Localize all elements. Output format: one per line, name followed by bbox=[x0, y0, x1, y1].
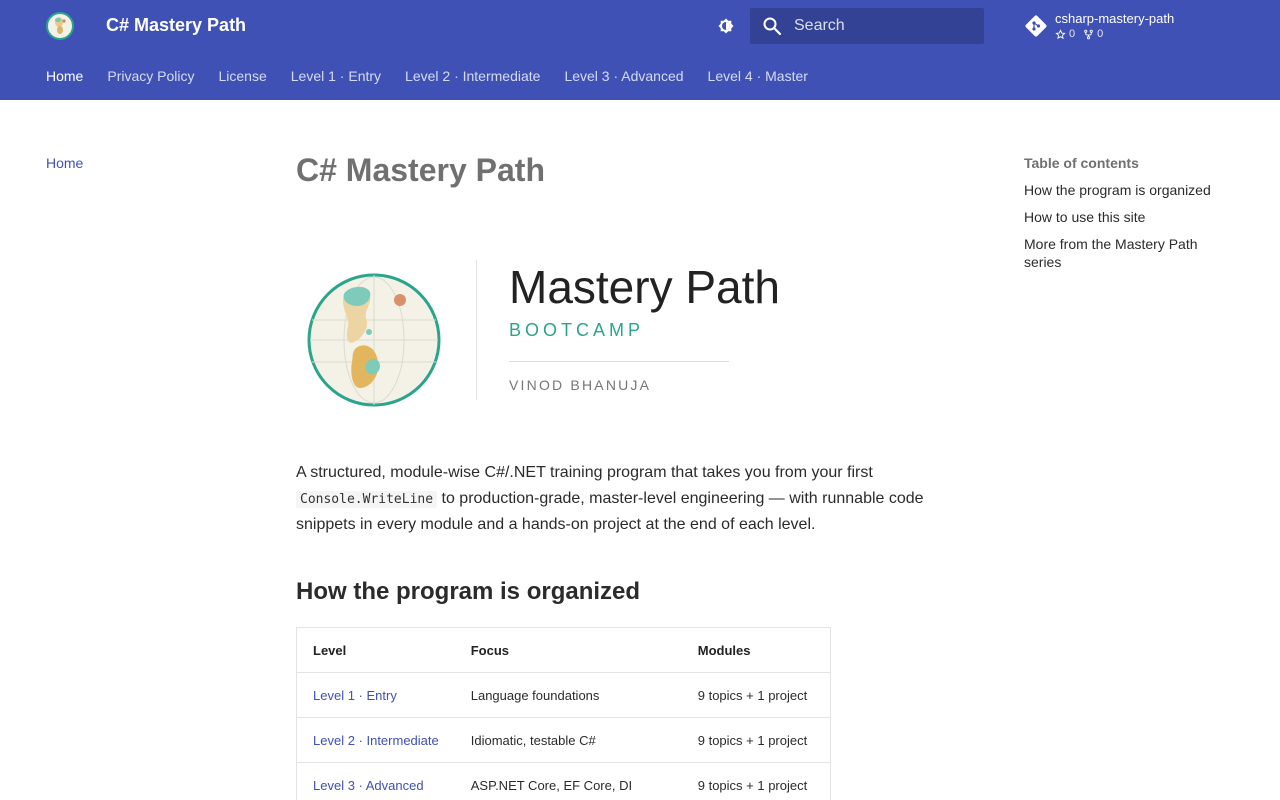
levels-table: Level Focus Modules Level 1 · Entry Lang… bbox=[296, 627, 831, 800]
repository-name: csharp-mastery-path bbox=[1055, 11, 1175, 26]
hero-subtitle: BOOTCAMP bbox=[509, 320, 645, 340]
modules-cell: 9 topics + 1 project bbox=[681, 672, 831, 718]
toc-item-how-to-use[interactable]: How to use this site bbox=[1024, 208, 1224, 226]
toc-item-program-organized[interactable]: How the program is organized bbox=[1024, 181, 1224, 199]
fork-count: 0 bbox=[1097, 28, 1104, 40]
search-input[interactable] bbox=[794, 17, 974, 35]
top-header: C# Mastery Path csharp-mastery-path 0 bbox=[0, 0, 1280, 100]
hero-author: VINOD BHANUJA bbox=[509, 377, 652, 393]
toc-title: Table of contents bbox=[1024, 155, 1139, 171]
column-header: Modules bbox=[681, 627, 831, 673]
tab-home[interactable]: Home bbox=[46, 68, 83, 84]
column-header: Focus bbox=[454, 627, 682, 673]
intro-text-start: A structured, module-wise C#/.NET traini… bbox=[296, 464, 873, 481]
tab-level-4[interactable]: Level 4 · Master bbox=[708, 68, 808, 84]
tab-level-2[interactable]: Level 2 · Intermediate bbox=[405, 68, 540, 84]
table-row: Level 3 · Advanced ASP.NET Core, EF Core… bbox=[296, 762, 831, 800]
star-count: 0 bbox=[1069, 28, 1076, 40]
repository-link[interactable]: csharp-mastery-path 0 0 bbox=[1024, 10, 1224, 44]
hero-divider bbox=[476, 260, 477, 400]
hero-rule bbox=[509, 361, 729, 362]
table-row: Level 1 · Entry Language foundations 9 t… bbox=[296, 672, 831, 718]
focus-cell: ASP.NET Core, EF Core, DI bbox=[454, 762, 682, 800]
git-icon bbox=[1025, 15, 1047, 37]
sidebar-item-home[interactable]: Home bbox=[46, 155, 83, 171]
table-header-row: Level Focus Modules bbox=[296, 627, 831, 673]
toc-item-more-series[interactable]: More from the Mastery Path series bbox=[1024, 235, 1224, 271]
star-icon bbox=[1055, 28, 1066, 39]
modules-cell: 9 topics + 1 project bbox=[681, 717, 831, 763]
hero-banner: Mastery Path BOOTCAMP VINOD BHANUJA bbox=[296, 260, 986, 407]
search-icon bbox=[763, 17, 782, 36]
tab-privacy-policy[interactable]: Privacy Policy bbox=[107, 68, 194, 84]
repository-facts: 0 0 bbox=[1055, 28, 1103, 40]
focus-cell: Language foundations bbox=[454, 672, 682, 718]
mastery-path-logo-icon[interactable] bbox=[46, 12, 74, 40]
focus-cell: Idiomatic, testable C# bbox=[454, 717, 682, 763]
globe-emblem-icon bbox=[307, 273, 441, 407]
inline-code: Console.WriteLine bbox=[296, 490, 438, 508]
site-title[interactable]: C# Mastery Path bbox=[106, 15, 246, 36]
tab-license[interactable]: License bbox=[219, 68, 267, 84]
level-link[interactable]: Level 2 · Intermediate bbox=[313, 733, 439, 748]
tab-level-1[interactable]: Level 1 · Entry bbox=[291, 68, 381, 84]
search-box[interactable] bbox=[750, 8, 984, 44]
section-heading: How the program is organized bbox=[296, 578, 641, 605]
modules-cell: 9 topics + 1 project bbox=[681, 762, 831, 800]
main-content: C# Mastery Path Mastery Path BOOTCAMP VI… bbox=[296, 150, 986, 800]
sidebar-nav: Home bbox=[46, 155, 83, 171]
level-link[interactable]: Level 3 · Advanced bbox=[313, 778, 424, 793]
hero-title: Mastery Path bbox=[509, 261, 780, 313]
brightness-icon[interactable] bbox=[714, 14, 738, 38]
top-tabs: Home Privacy Policy License Level 1 · En… bbox=[46, 68, 808, 84]
table-row: Level 2 · Intermediate Idiomatic, testab… bbox=[296, 717, 831, 763]
level-link[interactable]: Level 1 · Entry bbox=[313, 688, 397, 703]
fork-icon bbox=[1084, 29, 1093, 39]
column-header: Level bbox=[296, 627, 455, 673]
intro-paragraph: A structured, module-wise C#/.NET traini… bbox=[296, 460, 986, 538]
tab-level-3[interactable]: Level 3 · Advanced bbox=[564, 68, 683, 84]
table-of-contents: Table of contents How the program is org… bbox=[1024, 155, 1224, 280]
page-title: C# Mastery Path bbox=[296, 152, 545, 188]
